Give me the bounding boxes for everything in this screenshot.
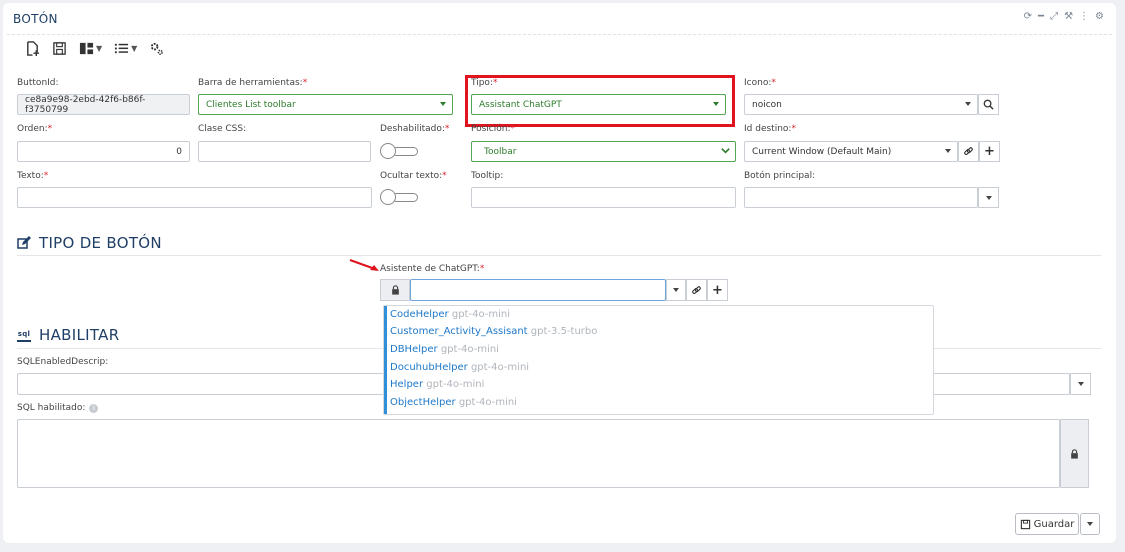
info-icon[interactable]: i	[89, 403, 99, 413]
section-divider	[17, 255, 1101, 256]
asistente-search-input[interactable]	[410, 279, 666, 301]
destino-add-button[interactable]: +	[979, 141, 1000, 162]
principal-label: Botón principal:	[744, 171, 816, 181]
orden-field[interactable]: 0	[17, 141, 190, 162]
plus-icon: +	[712, 282, 723, 298]
save-icon	[53, 42, 66, 55]
asistente-link-button[interactable]	[686, 279, 707, 301]
list-item[interactable]: ObjectHelper gpt-4o-mini	[390, 397, 517, 408]
more-icon[interactable]: ⋮	[1079, 11, 1089, 22]
highlight-annotation	[465, 75, 735, 127]
caret-down-icon: ▼	[131, 44, 138, 53]
refresh-icon[interactable]: ⟳	[1024, 11, 1032, 22]
caret-down-icon	[1077, 382, 1084, 386]
save-button[interactable]: Guardar	[1015, 513, 1079, 535]
barra-select[interactable]: Clientes List toolbar	[198, 94, 453, 115]
buttonid-field[interactable]: ce8a9e98-2ebd-42f6-b86f-f3750799	[17, 94, 190, 115]
principal-select[interactable]	[744, 187, 978, 208]
asistente-add-button[interactable]: +	[707, 279, 728, 301]
lock-icon	[391, 285, 399, 295]
list-item[interactable]: CodeHelper gpt-4o-mini	[390, 309, 510, 320]
destino-label: Id destino:*	[744, 124, 796, 134]
clase-label: Clase CSS:	[198, 124, 247, 134]
sql-habilitado-textarea[interactable]	[17, 419, 1060, 488]
chevron-down-icon	[721, 148, 730, 154]
caret-down-icon	[965, 102, 971, 106]
save-options-button[interactable]	[1080, 513, 1100, 535]
link-icon	[964, 147, 973, 155]
plus-icon: +	[984, 144, 995, 159]
sql-descrip-dropdown-button[interactable]	[1070, 373, 1091, 395]
page-title: BOTÓN	[13, 12, 58, 26]
tooltip-field[interactable]	[471, 187, 736, 208]
list-item[interactable]: Customer_Activity_Assisant gpt-3.5-turbo	[390, 326, 597, 337]
new-button[interactable]	[25, 41, 40, 56]
sql-descrip-label: SQLEnabledDescrip:	[17, 357, 109, 367]
destino-link-button[interactable]	[958, 141, 979, 162]
caret-down-icon	[945, 149, 951, 153]
ocultar-label: Ocultar texto:*	[380, 171, 447, 181]
new-file-icon	[27, 41, 40, 56]
list-icon	[115, 43, 129, 54]
layout-button[interactable]: ▼	[79, 41, 102, 56]
link-icon	[692, 285, 701, 294]
list-item[interactable]: DBHelper gpt-4o-mini	[390, 344, 499, 355]
buttonid-label: ButtonId:	[17, 78, 59, 88]
lock-icon	[1071, 448, 1078, 459]
deshabilitado-toggle[interactable]	[380, 143, 420, 159]
gear-icon[interactable]: ⚙	[1095, 11, 1104, 22]
caret-down-icon	[985, 195, 992, 200]
texto-field[interactable]	[17, 187, 372, 208]
toolbar: ▼ ▼	[25, 41, 164, 56]
settings-button[interactable]	[149, 41, 164, 56]
dropdown-highlight-bar	[384, 306, 387, 414]
icono-select[interactable]: noicon	[744, 94, 978, 115]
orden-label: Orden:*	[17, 124, 53, 134]
deshabilitado-label: Deshabilitado:*	[380, 124, 450, 134]
posicion-select[interactable]: Toolbar	[471, 141, 736, 162]
list-button[interactable]: ▼	[114, 41, 137, 56]
save-toolbar-button[interactable]	[52, 41, 67, 56]
clase-field[interactable]	[198, 141, 371, 162]
expand-icon[interactable]: ⤢	[1050, 11, 1058, 22]
icono-label: Icono:*	[744, 78, 776, 88]
section-tipo-heading: TIPO DE BOTÓN	[17, 234, 162, 252]
texto-label: Texto:*	[17, 171, 49, 181]
ocultar-toggle[interactable]	[380, 189, 420, 205]
asistente-label: Asistente de ChatGPT:*	[380, 264, 485, 274]
edit-icon	[17, 236, 31, 249]
layout-icon	[79, 42, 94, 55]
caret-down-icon	[440, 102, 446, 106]
icono-search-button[interactable]	[978, 94, 999, 115]
principal-dropdown-button[interactable]	[978, 187, 999, 208]
tools-icon[interactable]: ⚒	[1064, 11, 1073, 22]
assistant-dropdown: CodeHelper gpt-4o-mini Customer_Activity…	[383, 305, 934, 415]
window-controls: ⟳ ━ ⤢ ⚒ ⋮ ⚙	[1024, 11, 1104, 22]
sql-habilitado-label: SQL habilitado: i	[17, 403, 99, 413]
barra-label: Barra de herramientas:*	[198, 78, 308, 88]
save-icon	[1020, 519, 1030, 529]
section-habilitar-heading: sql HABILITAR	[17, 326, 120, 344]
form-panel: BOTÓN ⟳ ━ ⤢ ⚒ ⋮ ⚙ ▼ ▼ ButtonId: ce8a9e98…	[3, 3, 1116, 543]
posicion-label: Posición:*	[471, 124, 515, 134]
list-item[interactable]: Helper gpt-4o-mini	[390, 379, 484, 390]
caret-down-icon	[1087, 522, 1093, 526]
asistente-dropdown-button[interactable]	[666, 279, 686, 301]
sql-icon: sql	[17, 328, 31, 342]
header-divider	[7, 34, 1112, 35]
list-item[interactable]: DocuhubHelper gpt-4o-mini	[390, 362, 529, 373]
caret-down-icon: ▼	[96, 44, 103, 53]
minimize-icon[interactable]: ━	[1038, 11, 1044, 22]
caret-down-icon	[673, 288, 679, 292]
destino-select[interactable]: Current Window (Default Main)	[744, 141, 958, 162]
search-icon	[983, 99, 994, 110]
settings-icon	[151, 42, 164, 55]
sql-lock-addon[interactable]	[1060, 419, 1089, 488]
tooltip-label: Tooltip:	[471, 171, 504, 181]
lock-addon	[380, 279, 410, 301]
arrow-annotation-icon	[349, 259, 379, 271]
